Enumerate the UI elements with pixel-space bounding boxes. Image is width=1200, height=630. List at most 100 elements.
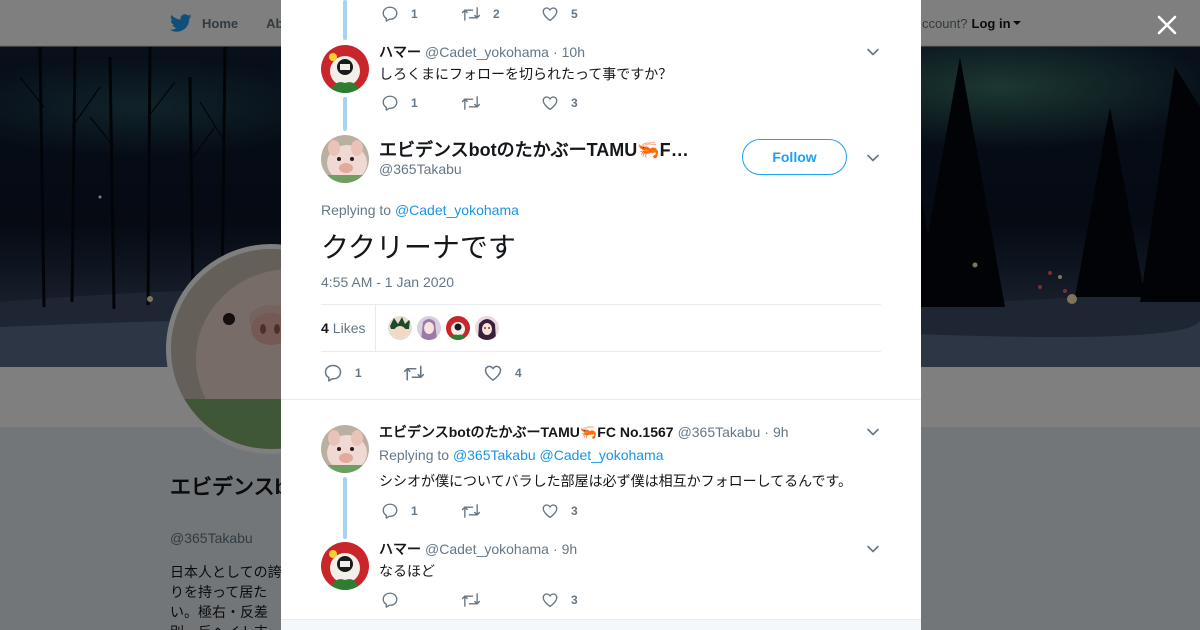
like-icon <box>542 504 558 519</box>
like-icon <box>542 96 558 111</box>
retweet-button[interactable] <box>461 502 541 520</box>
tweet-text: シシオが僕についてバラした部屋は必ず僕は相互かフォローしてるんです。 <box>379 473 853 489</box>
retweet-button[interactable]: 2 <box>461 5 541 23</box>
tweet-text: しろくまにフォローを切られたって事ですか？ <box>379 66 673 82</box>
tweet-text: ククリーナです <box>321 232 516 263</box>
replying-to-link[interactable]: @Cadet_yokohama <box>395 202 519 218</box>
modal-footer <box>281 619 921 630</box>
retweet-button[interactable] <box>461 591 541 609</box>
follow-button[interactable]: Follow <box>742 139 847 175</box>
retweet-button[interactable] <box>403 363 483 383</box>
likes-count[interactable]: 4 <box>321 320 329 336</box>
divider <box>321 351 881 352</box>
reply-button[interactable] <box>381 591 461 609</box>
tweet-author-name[interactable]: ハマー <box>379 539 421 559</box>
tweet-datetime[interactable]: 4:55 AM - 1 Jan 2020 <box>321 274 454 290</box>
like-button[interactable]: 3 <box>541 94 581 112</box>
divider <box>375 305 377 351</box>
tweet-header: ハマー @Cadet_yokohama · 9h <box>379 539 577 559</box>
separator-dot: · <box>552 541 558 557</box>
separator-dot: · <box>764 424 769 440</box>
like-count: 3 <box>571 96 578 110</box>
reply-icon <box>324 364 342 382</box>
reply-count: 1 <box>411 7 418 21</box>
like-count: 5 <box>571 7 578 21</box>
retweet-icon <box>461 7 481 21</box>
tweet-author-name[interactable]: エビデンスbotのたかぶーTAMU🦐FC No.1567 <box>379 422 674 442</box>
tweet-timestamp[interactable]: 9h <box>773 424 789 440</box>
liker-avatar[interactable] <box>388 316 413 340</box>
like-button[interactable]: 3 <box>541 502 581 520</box>
reply-button[interactable]: 1 <box>381 502 461 520</box>
retweet-button[interactable] <box>461 94 541 112</box>
liker-avatar[interactable] <box>475 316 500 340</box>
tweet-timestamp[interactable]: 10h <box>562 44 585 60</box>
like-count: 3 <box>571 593 578 607</box>
divider <box>281 399 921 400</box>
replying-to: Replying to @365Takabu @Cadet_yokohama <box>379 447 664 463</box>
chevron-down-icon[interactable] <box>866 542 880 556</box>
liker-avatar[interactable] <box>446 316 471 340</box>
reply-count: 1 <box>355 366 362 380</box>
avatar[interactable] <box>321 542 369 590</box>
chevron-down-icon[interactable] <box>866 425 880 439</box>
like-icon <box>542 7 558 22</box>
like-icon <box>484 365 502 381</box>
reply-icon <box>382 6 398 22</box>
tweet-actions: 1 2 5 <box>381 4 581 24</box>
like-count: 4 <box>515 366 522 380</box>
replying-to-link[interactable]: @Cadet_yokohama <box>540 447 664 463</box>
tweet-actions: 3 <box>381 590 581 610</box>
tweet-actions: 1 3 <box>381 93 581 113</box>
like-count: 3 <box>571 504 578 518</box>
tweet-permalink-modal: 1 2 5 ハマー @Cadet_yokohama · 10h しろくまにフォロ… <box>281 0 921 630</box>
tweet-text: なるほど <box>379 563 435 579</box>
tweet-author-name[interactable]: ハマー <box>379 42 421 62</box>
separator-dot: · <box>552 44 558 60</box>
like-button[interactable]: 3 <box>541 591 581 609</box>
tweet-actions: 1 3 <box>381 501 581 521</box>
thread-line <box>343 0 347 40</box>
liker-avatars <box>388 316 500 340</box>
avatar[interactable] <box>321 45 369 93</box>
tweet-author-handle[interactable]: @Cadet_yokohama <box>425 541 549 557</box>
like-button[interactable]: 4 <box>483 363 525 383</box>
retweet-icon <box>403 365 425 381</box>
likes-label[interactable]: Likes <box>333 320 366 336</box>
replying-to-link[interactable]: @365Takabu <box>453 447 536 463</box>
tweet-author-handle[interactable]: @Cadet_yokohama <box>425 44 549 60</box>
close-icon[interactable] <box>1154 12 1180 38</box>
tweet-author-name[interactable]: エビデンスbotのたかぶーTAMU🦐FC No.1567 <box>379 136 699 162</box>
replying-prefix: Replying to <box>321 202 392 218</box>
reply-button[interactable]: 1 <box>323 363 403 383</box>
likes-stats: 4 Likes <box>321 305 881 351</box>
like-icon <box>542 593 558 608</box>
tweet-header: ハマー @Cadet_yokohama · 10h <box>379 42 585 62</box>
replying-prefix: Replying to <box>379 447 450 463</box>
retweet-icon <box>461 593 481 607</box>
reply-icon <box>382 503 398 519</box>
tweet-author-handle[interactable]: @365Takabu <box>379 161 462 177</box>
avatar[interactable] <box>321 425 369 473</box>
tweet-header: エビデンスbotのたかぶーTAMU🦐FC No.1567 @365Takabu … <box>379 422 789 442</box>
reply-button[interactable]: 1 <box>381 5 461 23</box>
reply-icon <box>382 592 398 608</box>
replying-to: Replying to @Cadet_yokohama <box>321 202 519 218</box>
retweet-count: 2 <box>493 7 500 21</box>
thread-line <box>343 477 347 539</box>
liker-avatar[interactable] <box>417 316 442 340</box>
tweet-actions: 1 4 <box>323 363 525 383</box>
tweet-timestamp[interactable]: 9h <box>562 541 578 557</box>
chevron-down-icon[interactable] <box>866 45 880 59</box>
thread-line <box>343 97 347 131</box>
retweet-icon <box>461 504 481 518</box>
reply-count: 1 <box>411 96 418 110</box>
retweet-icon <box>461 96 481 110</box>
reply-icon <box>382 95 398 111</box>
reply-count: 1 <box>411 504 418 518</box>
tweet-author-handle[interactable]: @365Takabu <box>678 424 761 440</box>
chevron-down-icon[interactable] <box>866 151 880 165</box>
avatar[interactable] <box>321 135 369 183</box>
reply-button[interactable]: 1 <box>381 94 461 112</box>
like-button[interactable]: 5 <box>541 5 581 23</box>
